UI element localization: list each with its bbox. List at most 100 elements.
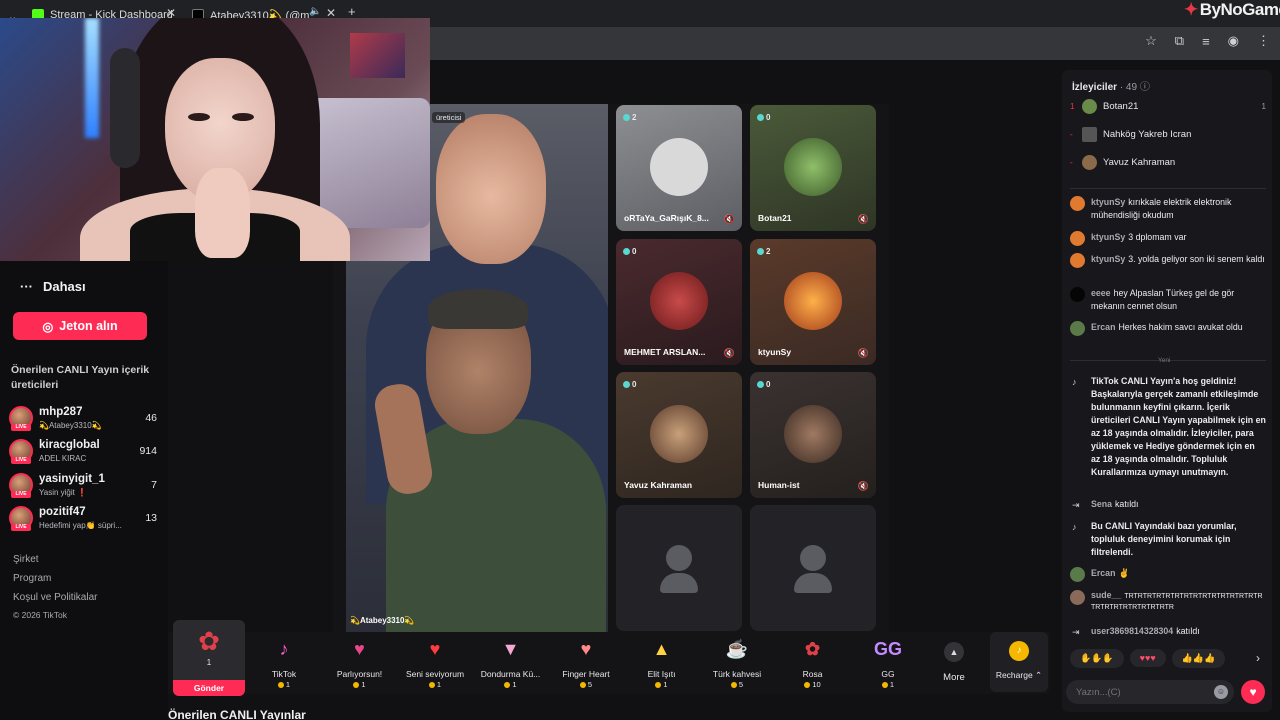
like-heart-button[interactable]: ♥ [1241, 680, 1265, 704]
coin-icon [277, 682, 284, 689]
menu-dots-icon[interactable]: ⋮ [1257, 33, 1270, 49]
gift-item[interactable]: ♥ Seni seviyorum 1 [399, 636, 471, 692]
top-viewer-row[interactable]: - Nahkög Yakreb Icran [1070, 124, 1266, 144]
viewer-rank: - [1070, 157, 1073, 167]
price-value: 10 [812, 680, 821, 689]
guest-tile[interactable]: 0 Botan21 🔇 [750, 105, 876, 231]
chat-username[interactable]: user3869814328304 [1091, 626, 1173, 636]
gift-item[interactable]: ♥ Finger Heart 5 [550, 636, 622, 692]
chat-message: ktyunSy 3 dplomam var [1070, 231, 1266, 246]
quick-reaction-button[interactable]: ✋✋✋ [1070, 648, 1124, 668]
suggested-creator[interactable]: LIVE yasinyigit_1 Yasin yiğit ❗ 7 [9, 471, 161, 501]
avatar [1070, 253, 1085, 268]
chat-username[interactable]: ktyunSy [1091, 232, 1125, 242]
chevron-up-icon: ⌃ [1035, 670, 1043, 680]
price-value: 1 [285, 680, 291, 689]
viewer-name: Nahkög Yakreb Icran [1103, 128, 1192, 140]
guest-name: Botan21 [758, 213, 792, 223]
count: 0 [632, 247, 637, 256]
tiktok-icon: ♪ [1072, 377, 1077, 387]
chat-input[interactable] [1076, 684, 1216, 700]
send-gift-button[interactable]: Gönder [173, 680, 245, 696]
mic-muted-icon: 🔇 [723, 214, 735, 224]
diamond-icon [757, 248, 764, 255]
guest-tile[interactable]: 2 oRTaYa_GaRışıK_8... 🔇 [616, 105, 742, 231]
chat-message: Ercan ✌ [1070, 567, 1266, 582]
viewer-rank: - [1070, 129, 1073, 139]
guest-avatar [650, 138, 708, 196]
guest-tile[interactable]: 0 MEHMET ARSLAN... 🔇 [616, 239, 742, 365]
guest-tile[interactable]: 0 Human-ist 🔇 [750, 372, 876, 498]
gift-item[interactable]: ▼ Dondurma Kü... 1 [475, 636, 547, 692]
gift-item[interactable]: ♪ TikTok 1 [248, 636, 320, 692]
chat-username[interactable]: eeee [1091, 288, 1111, 298]
coin-icon [804, 682, 811, 689]
more-menu-item[interactable]: ··· Dahası [20, 279, 86, 294]
suggested-creator[interactable]: LIVE kiracglobal ADEL KIRAC 914 [9, 437, 161, 467]
suggested-creators-title: Önerilen CANLI Yayın içerik üreticileri [11, 364, 150, 391]
gift-name: Rosa [802, 669, 823, 679]
footer-link-program[interactable]: Program [13, 573, 51, 584]
gift-price: 5 [550, 680, 622, 689]
gift-icon: ☕ [725, 638, 749, 659]
chevron-right-icon[interactable]: › [1256, 651, 1260, 665]
suggested-creator[interactable]: LIVE mhp287 💫Atabey3310💫 46 [9, 404, 161, 434]
mic-muted-icon: 🔇 [857, 348, 869, 358]
speaker-icon[interactable]: 🔈 [309, 6, 321, 17]
chat-username[interactable]: ktyunSy [1091, 197, 1125, 207]
gift-name: Dondurma Kü... [480, 669, 541, 679]
join-icon: ⇥ [1072, 500, 1080, 510]
avatar [1082, 154, 1097, 170]
creator-subtitle: ADEL KIRAC [39, 454, 87, 463]
bookmark-star-icon[interactable]: ☆ [1145, 33, 1157, 49]
tiktok-icon: ♪ [1072, 522, 1077, 532]
footer-link-terms[interactable]: Koşul ve Politikalar [13, 592, 97, 603]
chat-username[interactable]: ktyunSy [1091, 254, 1125, 264]
viewers-label: İzleyiciler [1072, 82, 1118, 93]
viewers-title[interactable]: İzleyiciler · 49 ⓘ [1072, 78, 1150, 93]
chat-username[interactable]: sude__ [1091, 590, 1121, 600]
webcam-scene [195, 168, 250, 258]
guest-tile[interactable]: 2 ktyunSy 🔇 [750, 239, 876, 365]
gift-price: 1 [852, 680, 924, 689]
top-viewer-row[interactable]: 1 Botan21 1 [1070, 96, 1266, 116]
quick-reaction-button[interactable]: ♥♥♥ [1129, 649, 1166, 667]
gift-name: Seni seviyorum [405, 669, 465, 679]
emoji-icon[interactable]: ☺ [1214, 685, 1228, 699]
footer-link-company[interactable]: Şirket [13, 554, 39, 565]
more-label: Dahası [43, 279, 86, 294]
price-value: 1 [512, 680, 517, 689]
media-controls-icon[interactable]: ≡ [1202, 34, 1210, 49]
get-coins-button[interactable]: ◎ Jeton alın [13, 312, 147, 340]
chat-username[interactable]: Ercan [1091, 568, 1115, 578]
more-gifts-button[interactable]: ▲ More [935, 636, 973, 690]
coin-icon [353, 682, 360, 689]
new-tab-button[interactable]: + [348, 4, 356, 19]
gift-item[interactable]: ✿ Rosa 10 [777, 636, 849, 692]
chat-username[interactable]: Sena [1091, 499, 1112, 509]
empty-guest-slot[interactable] [616, 505, 742, 631]
extensions-icon[interactable]: ⧉ [1175, 33, 1184, 49]
gift-item[interactable]: GG GG 1 [852, 636, 924, 692]
empty-guest-slot[interactable] [750, 505, 876, 631]
guest-name: Yavuz Kahraman [624, 480, 693, 490]
suggested-creator[interactable]: LIVE pozitif47 Hedefimi yap👏 süpri... 13 [9, 504, 161, 534]
mic-muted-icon: 🔇 [857, 214, 869, 224]
gift-item[interactable]: ♥ Parlıyorsun! 1 [324, 636, 396, 692]
coin-icon: ◎ [42, 319, 54, 334]
gift-price: 1 [248, 680, 320, 689]
coins-label: Jeton alın [59, 319, 118, 333]
guest-tile[interactable]: 0 Yavuz Kahraman [616, 372, 742, 498]
gift-item[interactable]: ▲ Elit Işıtı 1 [626, 636, 698, 692]
person-placeholder-icon [666, 545, 692, 571]
gift-item[interactable]: ☕ Türk kahvesi 5 [701, 636, 773, 692]
chat-username[interactable]: Ercan [1091, 322, 1115, 332]
video-figure [428, 289, 528, 329]
creator-name: pozitif47 [39, 506, 86, 518]
viewer-name: Yavuz Kahraman [1103, 156, 1176, 168]
recharge-button[interactable]: ♪ Recharge ⌃ [990, 632, 1048, 692]
quick-reaction-button[interactable]: 👍👍👍 [1171, 648, 1226, 668]
gift-icon: ✿ [804, 638, 821, 659]
profile-icon[interactable]: ◉ [1228, 33, 1239, 49]
top-viewer-row[interactable]: - Yavuz Kahraman [1070, 152, 1266, 172]
